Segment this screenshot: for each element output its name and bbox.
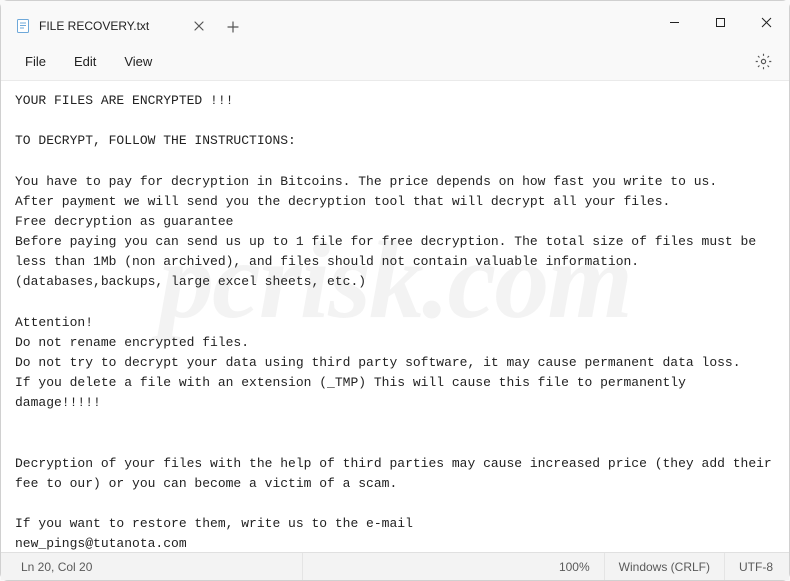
menubar: File Edit View <box>1 43 789 81</box>
maximize-button[interactable] <box>697 1 743 43</box>
menu-edit[interactable]: Edit <box>60 48 110 75</box>
status-encoding[interactable]: UTF-8 <box>725 553 787 580</box>
menu-view[interactable]: View <box>110 48 166 75</box>
statusbar: Ln 20, Col 20 100% Windows (CRLF) UTF-8 <box>1 552 789 580</box>
close-tab-button[interactable] <box>191 18 207 34</box>
close-window-button[interactable] <box>743 1 789 43</box>
tab-strip: FILE RECOVERY.txt <box>1 1 651 43</box>
minimize-button[interactable] <box>651 1 697 43</box>
settings-button[interactable] <box>747 46 779 78</box>
menu-file[interactable]: File <box>11 48 60 75</box>
status-line-ending[interactable]: Windows (CRLF) <box>605 553 725 580</box>
window-controls <box>651 1 789 43</box>
tab-title: FILE RECOVERY.txt <box>39 19 183 33</box>
text-editor[interactable]: YOUR FILES ARE ENCRYPTED !!! TO DECRYPT,… <box>1 81 789 552</box>
titlebar: FILE RECOVERY.txt <box>1 1 789 43</box>
document-text: YOUR FILES ARE ENCRYPTED !!! TO DECRYPT,… <box>15 91 775 552</box>
notepad-doc-icon <box>15 18 31 34</box>
status-zoom[interactable]: 100% <box>545 553 605 580</box>
status-cursor-position[interactable]: Ln 20, Col 20 <box>3 553 303 580</box>
new-tab-button[interactable] <box>217 11 249 43</box>
file-tab[interactable]: FILE RECOVERY.txt <box>7 9 217 43</box>
